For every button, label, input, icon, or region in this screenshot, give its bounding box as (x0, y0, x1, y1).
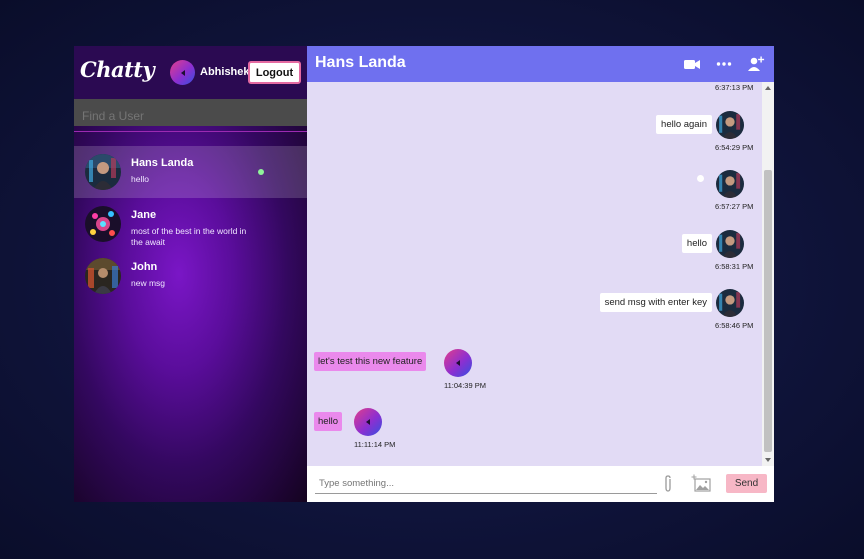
contact-name: Hans Landa (131, 157, 194, 169)
current-user-avatar (170, 60, 195, 85)
paperclip-icon[interactable] (661, 475, 675, 493)
more-options-icon[interactable] (715, 55, 733, 73)
message-input[interactable] (315, 474, 657, 494)
message-timestamp: 6:58:31 PM (715, 262, 754, 271)
sender-avatar (444, 349, 472, 377)
chat-title: Hans Landa (315, 54, 406, 71)
add-image-icon[interactable] (691, 474, 713, 494)
contact-item-john[interactable]: John new msg (74, 250, 307, 302)
scroll-up-arrow-icon[interactable] (765, 86, 771, 90)
contact-last-message: most of the best in the world in the awa… (131, 226, 247, 247)
message-input-bar: Send (307, 466, 774, 502)
app-logo: Chatty (80, 57, 155, 82)
sidebar: Chatty Abhishek Logout Find a User Hans … (74, 46, 307, 502)
message-list: 6:37:13 PM hello again 6:54:29 PM 6:57:2… (307, 82, 762, 466)
contact-item-hans-landa[interactable]: Hans Landa hello (74, 146, 307, 198)
contact-last-message: new msg (131, 278, 166, 288)
message-timestamp: 6:37:13 PM (715, 83, 754, 92)
contact-list: Hans Landa hello Jane most of the best i… (74, 146, 307, 302)
message-bubble-outgoing: hello again (656, 115, 712, 134)
sidebar-header: Chatty Abhishek Logout (74, 46, 307, 99)
user-search-input[interactable] (74, 99, 307, 126)
current-user-name: Abhishek (200, 66, 250, 78)
sender-avatar (716, 111, 744, 139)
chat-app: Chatty Abhishek Logout Find a User Hans … (74, 46, 774, 502)
scroll-down-arrow-icon[interactable] (765, 458, 771, 462)
sender-avatar (716, 230, 744, 258)
message-bubble-outgoing: hello (681, 234, 712, 253)
message-bubble-incoming: let's test this new feature (314, 352, 427, 371)
contact-item-jane[interactable]: Jane most of the best in the world in th… (74, 198, 307, 250)
message-timestamp: 6:58:46 PM (715, 321, 754, 330)
contact-avatar (85, 154, 121, 190)
scrollbar-thumb[interactable] (764, 170, 772, 452)
send-button[interactable]: Send (726, 474, 767, 493)
message-bubble-outgoing: send msg with enter key (599, 293, 712, 312)
logout-button[interactable]: Logout (248, 61, 301, 84)
sender-avatar (716, 170, 744, 198)
message-timestamp: 11:11:14 PM (354, 440, 396, 449)
sidebar-divider (74, 131, 307, 132)
sender-avatar (716, 289, 744, 317)
chat-header: Hans Landa (307, 46, 774, 82)
video-camera-icon[interactable] (683, 55, 701, 73)
sender-avatar (354, 408, 382, 436)
message-timestamp: 11:04:39 PM (444, 381, 486, 390)
chat-panel: Hans Landa 6:37:13 PM hello again 6:54:2… (307, 46, 774, 502)
message-bubble-outgoing-empty (697, 175, 704, 182)
contact-name: Jane (131, 209, 157, 221)
contact-last-message: hello (131, 174, 149, 184)
contact-name: John (131, 261, 158, 273)
message-scrollbar[interactable] (762, 82, 774, 466)
message-bubble-incoming: hello (314, 412, 343, 431)
contact-avatar (85, 206, 121, 242)
add-user-icon[interactable] (747, 55, 765, 73)
contact-avatar (85, 258, 121, 294)
message-timestamp: 6:54:29 PM (715, 143, 754, 152)
message-timestamp: 6:57:27 PM (715, 202, 754, 211)
online-indicator (258, 169, 264, 175)
